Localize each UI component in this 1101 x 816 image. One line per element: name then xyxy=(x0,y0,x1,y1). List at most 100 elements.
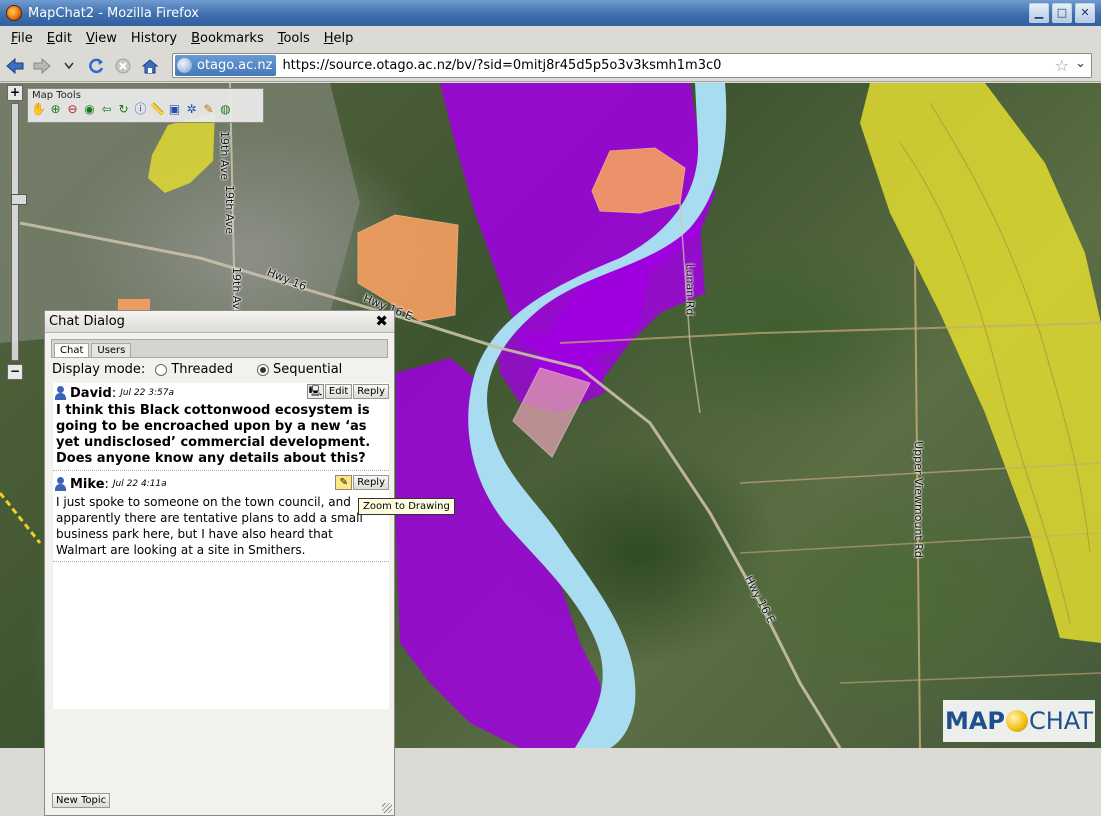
user-icon xyxy=(55,477,66,491)
message-text: I just spoke to someone on the town coun… xyxy=(56,495,363,557)
tab-chat[interactable]: Chat xyxy=(54,343,90,357)
zoom-in-button[interactable]: + xyxy=(7,85,23,101)
forward-arrow-icon xyxy=(33,57,51,74)
firefox-icon xyxy=(6,5,22,21)
zoom-track[interactable] xyxy=(11,103,27,361)
menu-bar: File Edit View History Bookmarks Tools H… xyxy=(0,26,1101,50)
stop-button[interactable] xyxy=(111,54,135,78)
message-header: Mike: Jul 22 4:11a ✎ Reply xyxy=(55,475,389,493)
threaded-radio[interactable] xyxy=(155,363,168,376)
reload-icon xyxy=(89,58,104,73)
reply-button[interactable]: Reply xyxy=(353,475,389,490)
zoom-out-icon[interactable]: ⊖ xyxy=(65,102,80,117)
yellow-zone-right xyxy=(860,83,1101,643)
message-author: David xyxy=(70,385,112,401)
purple-zone-south xyxy=(396,358,610,748)
chevron-down-icon xyxy=(64,62,74,69)
edit-button[interactable]: Edit xyxy=(324,384,353,399)
bookmark-star-icon[interactable]: ☆ xyxy=(1055,56,1069,75)
window-titlebar: MapChat2 - Mozilla Firefox ▁ □ ✕ xyxy=(0,0,1101,26)
forward-button[interactable] xyxy=(30,54,54,78)
globe-tool-icon[interactable]: ◍ xyxy=(218,102,233,117)
menu-view[interactable]: View xyxy=(79,31,124,46)
menu-edit[interactable]: Edit xyxy=(40,31,79,46)
zoom-thumb[interactable] xyxy=(11,194,27,205)
close-window-button[interactable]: ✕ xyxy=(1075,3,1095,23)
home-button[interactable] xyxy=(138,54,162,78)
dashed-road xyxy=(0,492,42,544)
mapchat-logo: MAP CHAT xyxy=(943,700,1095,742)
window-controls: ▁ □ ✕ xyxy=(1029,3,1095,23)
road-label-lunan-rd: Lunan Rd xyxy=(683,263,697,316)
chat-dialog-header[interactable]: Chat Dialog ✖ xyxy=(45,311,394,333)
message-item: Mike: Jul 22 4:11a ✎ Reply I just spoke … xyxy=(53,474,389,562)
minimize-button[interactable]: ▁ xyxy=(1029,3,1049,23)
menu-bookmarks[interactable]: Bookmarks xyxy=(184,31,271,46)
road-label-19th-ave-3: 19th Ave xyxy=(229,267,243,316)
maximize-button[interactable]: □ xyxy=(1052,3,1072,23)
road-lower xyxy=(839,672,1101,684)
back-button[interactable] xyxy=(3,54,27,78)
menu-history[interactable]: History xyxy=(124,31,184,46)
logo-chat-text: CHAT xyxy=(1029,707,1094,735)
message-date: Jul 22 3:57a xyxy=(120,388,174,398)
message-date: Jul 22 4:11a xyxy=(112,479,167,489)
url-bar[interactable]: otago.ac.nz https://source.otago.ac.nz/b… xyxy=(172,53,1092,78)
refresh-icon[interactable]: ↻ xyxy=(116,102,131,117)
pan-hand-icon[interactable]: ✋ xyxy=(31,102,46,117)
chat-tabs: Chat Users xyxy=(51,339,388,358)
reply-button[interactable]: Reply xyxy=(353,384,389,399)
chat-dialog: Chat Dialog ✖ Chat Users Display mode: T… xyxy=(44,310,395,816)
url-dropdown-icon[interactable]: ⌄ xyxy=(1075,56,1086,71)
message-author: Mike xyxy=(70,476,105,492)
measure-ruler-icon[interactable]: 📏 xyxy=(150,102,165,117)
map-tools-icons: ✋ ⊕ ⊖ ◉ ⇦ ↻ ⓘ 📏 ▣ ✲ ✎ ◍ xyxy=(28,102,263,117)
previous-extent-icon[interactable]: ⇦ xyxy=(99,102,114,117)
message-actions: 🖳 Edit Reply xyxy=(306,384,389,399)
message-header: David: Jul 22 3:57a 🖳 Edit Reply xyxy=(55,384,389,402)
site-identity-button[interactable]: otago.ac.nz xyxy=(175,55,277,76)
globe-icon xyxy=(177,58,192,73)
stop-icon xyxy=(115,58,131,73)
map-tools-title: Map Tools xyxy=(32,90,81,101)
menu-file[interactable]: File xyxy=(4,31,40,46)
zoom-to-drawing-icon[interactable]: ✎ xyxy=(335,475,353,490)
network-icon[interactable]: ✲ xyxy=(184,102,199,117)
resize-grip-icon[interactable] xyxy=(382,803,392,813)
info-icon[interactable]: ⓘ xyxy=(133,102,148,117)
zoom-in-icon[interactable]: ⊕ xyxy=(48,102,63,117)
site-identity-label: otago.ac.nz xyxy=(197,58,273,73)
draw-pencil-icon[interactable]: ✎ xyxy=(201,102,216,117)
road-label-upper-viewmount: Upper Viewmount Rd xyxy=(911,441,925,558)
url-text[interactable]: https://source.otago.ac.nz/bv/?sid=0mitj… xyxy=(282,58,721,73)
chat-dialog-title: Chat Dialog xyxy=(49,314,125,329)
reload-button[interactable] xyxy=(84,54,108,78)
zoom-extent-icon[interactable]: ◉ xyxy=(82,102,97,117)
user-icon xyxy=(55,386,66,400)
zoom-slider: + − xyxy=(7,85,27,380)
history-dropdown-button[interactable] xyxy=(57,54,81,78)
home-icon xyxy=(141,58,159,73)
menu-tools[interactable]: Tools xyxy=(271,31,317,46)
message-list[interactable]: David: Jul 22 3:57a 🖳 Edit Reply I think… xyxy=(53,383,389,709)
zoom-out-button[interactable]: − xyxy=(7,364,23,380)
map-tools-panel: Map Tools ✋ ⊕ ⊖ ◉ ⇦ ↻ ⓘ 📏 ▣ ✲ ✎ ◍ xyxy=(27,88,264,123)
threaded-label: Threaded xyxy=(171,362,234,377)
zoom-to-drawing-icon[interactable]: 🖳 xyxy=(306,384,324,399)
logo-globe-icon xyxy=(1006,710,1028,732)
display-mode-label: Display mode: xyxy=(52,362,146,377)
message-item: David: Jul 22 3:57a 🖳 Edit Reply I think… xyxy=(53,383,389,471)
window-title: MapChat2 - Mozilla Firefox xyxy=(28,5,199,21)
road-label-19th-ave-2: 19th Ave xyxy=(222,185,236,234)
new-topic-button[interactable]: New Topic xyxy=(52,793,111,808)
sequential-radio[interactable] xyxy=(257,363,270,376)
logo-map-text: MAP xyxy=(944,707,1005,735)
menu-help[interactable]: Help xyxy=(317,31,361,46)
road-label-19th-ave-1: 19th Ave xyxy=(217,131,231,180)
chat-close-icon[interactable]: ✖ xyxy=(375,312,388,330)
navigation-toolbar: otago.ac.nz https://source.otago.ac.nz/b… xyxy=(0,50,1101,82)
select-area-icon[interactable]: ▣ xyxy=(167,102,182,117)
back-arrow-icon xyxy=(6,57,24,74)
tab-users[interactable]: Users xyxy=(91,343,132,357)
zoom-to-drawing-tooltip: Zoom to Drawing xyxy=(358,498,455,515)
